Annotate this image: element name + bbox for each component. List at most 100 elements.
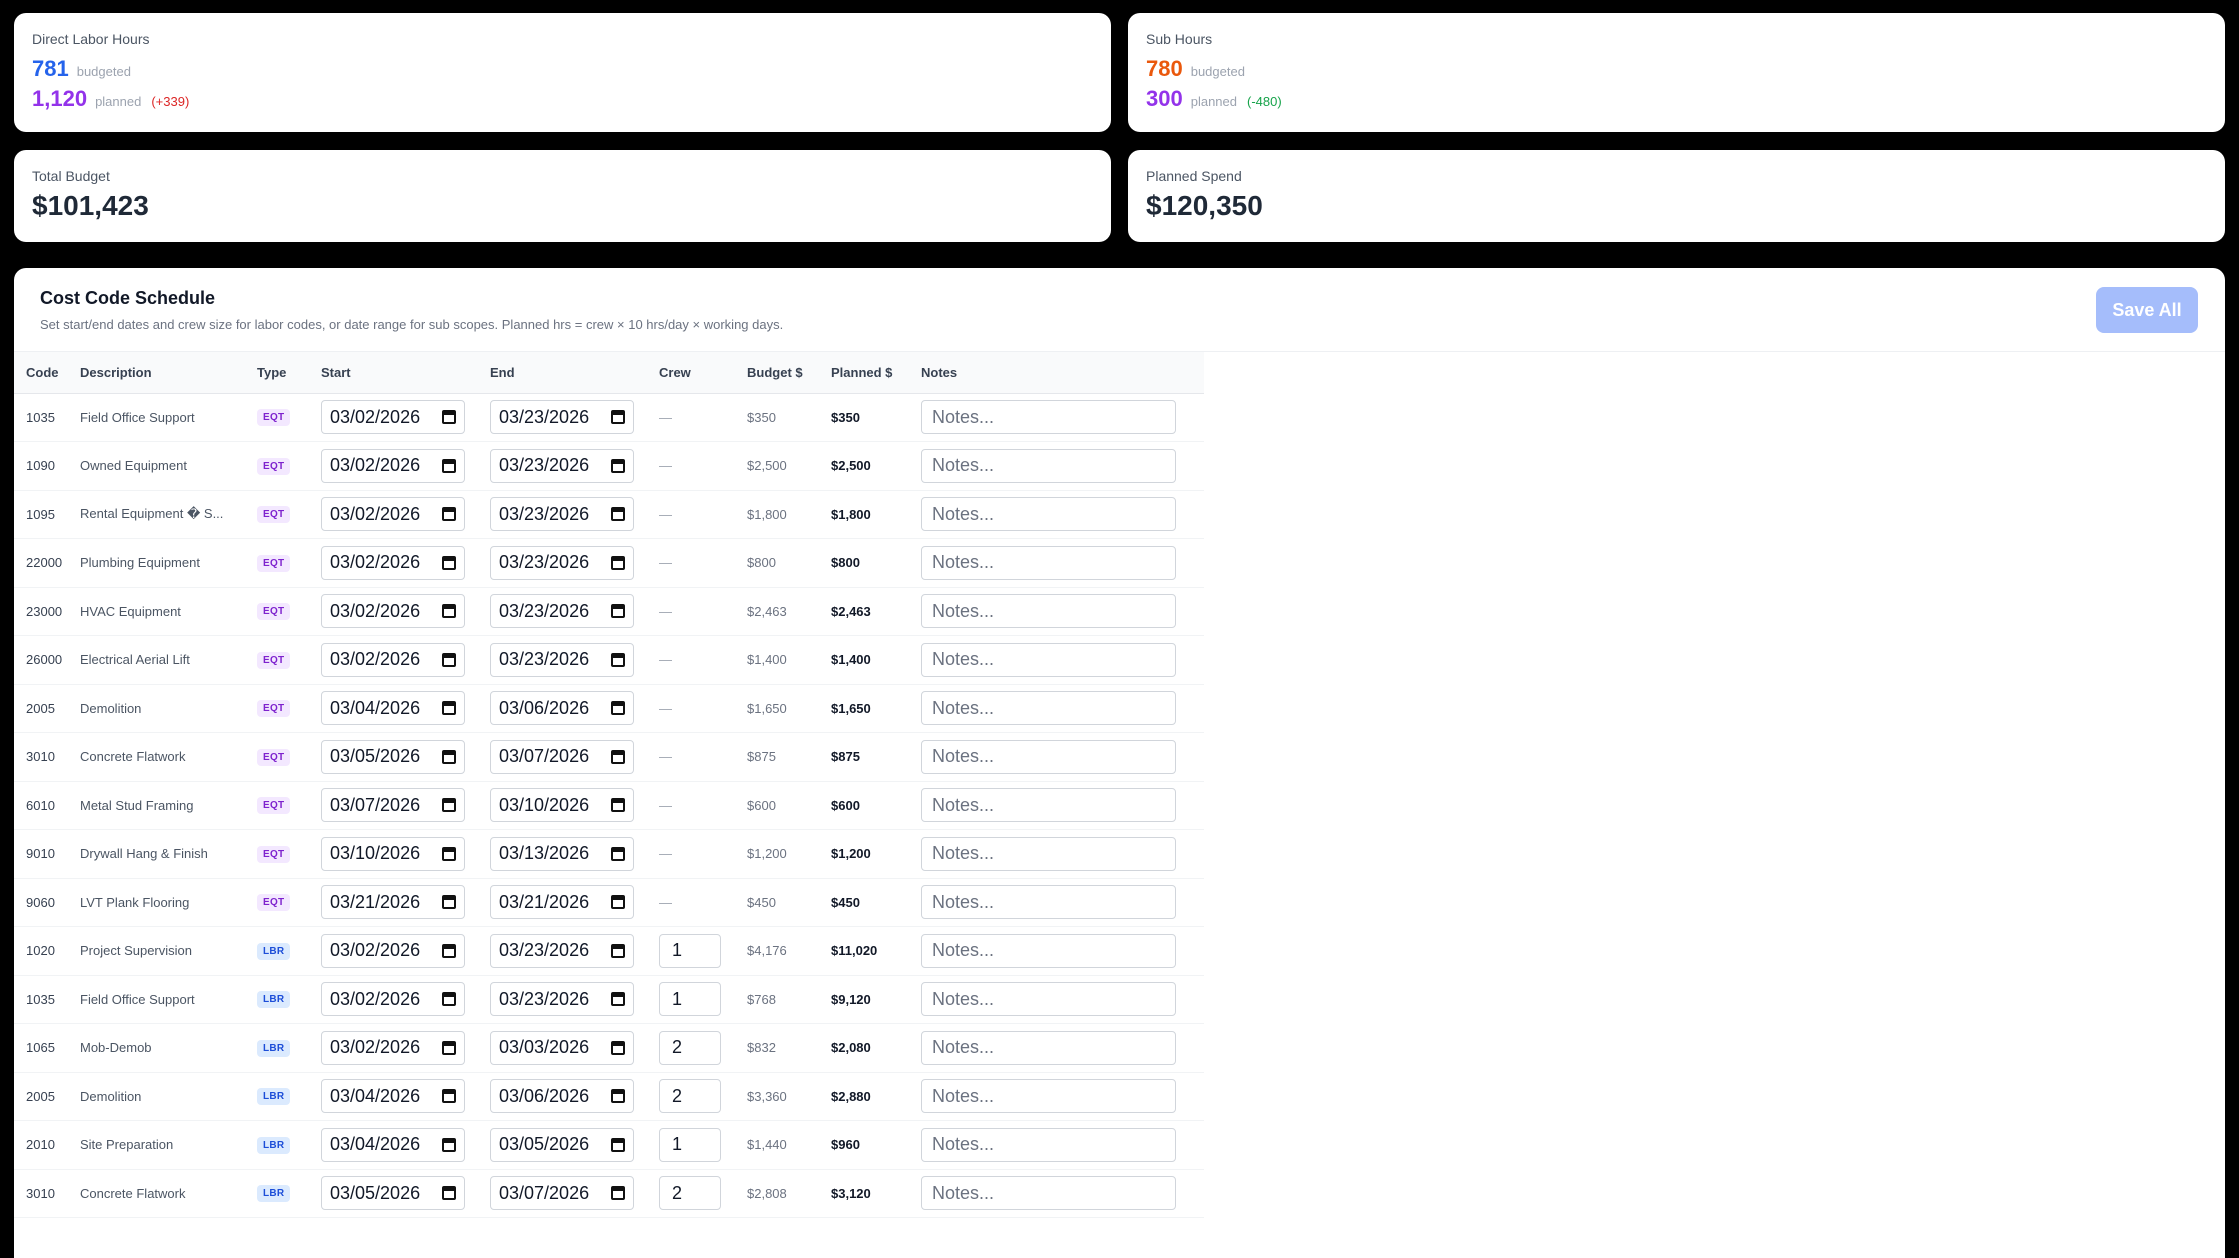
calendar-icon[interactable] [611, 943, 625, 958]
start-date-input[interactable]: 03/04/2026 [321, 691, 465, 726]
calendar-icon[interactable] [442, 943, 456, 958]
start-date-input[interactable]: 03/02/2026 [321, 594, 465, 629]
end-date-input[interactable]: 03/03/2026 [490, 1030, 634, 1065]
notes-input[interactable] [921, 691, 1176, 726]
calendar-icon[interactable] [611, 992, 625, 1007]
start-date-value: 03/04/2026 [330, 697, 421, 718]
calendar-icon[interactable] [442, 846, 456, 861]
start-date-input[interactable]: 03/04/2026 [321, 1079, 465, 1114]
start-date-input[interactable]: 03/10/2026 [321, 836, 465, 871]
end-date-input[interactable]: 03/23/2026 [490, 594, 634, 629]
notes-input[interactable] [921, 788, 1176, 823]
notes-input[interactable] [921, 545, 1176, 580]
notes-input[interactable] [921, 497, 1176, 532]
start-date-input[interactable]: 03/04/2026 [321, 1127, 465, 1162]
end-date-input[interactable]: 03/23/2026 [490, 400, 634, 435]
notes-input[interactable] [921, 1079, 1176, 1114]
calendar-icon[interactable] [442, 895, 456, 910]
calendar-icon[interactable] [442, 604, 456, 619]
notes-input[interactable] [921, 1030, 1176, 1065]
notes-input[interactable] [921, 1127, 1176, 1162]
notes-input[interactable] [921, 594, 1176, 629]
calendar-icon[interactable] [611, 604, 625, 619]
start-cell: 03/05/2026 [309, 733, 478, 782]
calendar-icon[interactable] [611, 798, 625, 813]
start-date-input[interactable]: 03/02/2026 [321, 933, 465, 968]
save-all-button[interactable]: Save All [2096, 287, 2198, 333]
end-date-input[interactable]: 03/21/2026 [490, 885, 634, 920]
start-date-input[interactable]: 03/05/2026 [321, 739, 465, 774]
calendar-icon[interactable] [611, 846, 625, 861]
end-date-input[interactable]: 03/23/2026 [490, 933, 634, 968]
calendar-icon[interactable] [442, 410, 456, 425]
end-date-input[interactable]: 03/23/2026 [490, 642, 634, 677]
calendar-icon[interactable] [442, 555, 456, 570]
end-date-input[interactable]: 03/07/2026 [490, 739, 634, 774]
calendar-icon[interactable] [611, 507, 625, 522]
calendar-icon[interactable] [442, 458, 456, 473]
start-date-input[interactable]: 03/07/2026 [321, 788, 465, 823]
calendar-icon[interactable] [442, 1186, 456, 1201]
start-date-input[interactable]: 03/02/2026 [321, 448, 465, 483]
column-header: Description [80, 364, 152, 380]
calendar-icon[interactable] [442, 701, 456, 716]
crew-input[interactable]: 2 [659, 1176, 721, 1211]
calendar-icon[interactable] [442, 992, 456, 1007]
start-cell: 03/02/2026 [309, 490, 478, 539]
start-date-input[interactable]: 03/02/2026 [321, 545, 465, 580]
start-date-input[interactable]: 03/02/2026 [321, 982, 465, 1017]
start-date-input[interactable]: 03/05/2026 [321, 1176, 465, 1211]
calendar-icon[interactable] [442, 798, 456, 813]
start-date-input[interactable]: 03/02/2026 [321, 400, 465, 435]
notes-input[interactable] [921, 933, 1176, 968]
notes-input[interactable] [921, 448, 1176, 483]
notes-input[interactable] [921, 1176, 1176, 1211]
end-date-input[interactable]: 03/23/2026 [490, 497, 634, 532]
calendar-icon[interactable] [611, 1089, 625, 1104]
notes-input[interactable] [921, 982, 1176, 1017]
calendar-icon[interactable] [442, 1137, 456, 1152]
crew-input[interactable]: 2 [659, 1030, 721, 1065]
end-date-input[interactable]: 03/13/2026 [490, 836, 634, 871]
calendar-icon[interactable] [442, 652, 456, 667]
calendar-icon[interactable] [611, 458, 625, 473]
start-date-input[interactable]: 03/21/2026 [321, 885, 465, 920]
end-date-input[interactable]: 03/23/2026 [490, 448, 634, 483]
crew-input[interactable]: 1 [659, 1127, 721, 1162]
notes-input[interactable] [921, 400, 1176, 435]
notes-input[interactable] [921, 642, 1176, 677]
calendar-icon[interactable] [442, 1089, 456, 1104]
calendar-icon[interactable] [442, 1040, 456, 1055]
end-date-input[interactable]: 03/06/2026 [490, 1079, 634, 1114]
calendar-icon[interactable] [611, 1040, 625, 1055]
calendar-icon[interactable] [442, 749, 456, 764]
notes-input[interactable] [921, 885, 1176, 920]
end-date-value: 03/03/2026 [499, 1037, 590, 1058]
calendar-icon[interactable] [611, 749, 625, 764]
notes-input[interactable] [921, 836, 1176, 871]
end-date-input[interactable]: 03/06/2026 [490, 691, 634, 726]
calendar-icon[interactable] [611, 701, 625, 716]
calendar-icon[interactable] [611, 652, 625, 667]
crew-input[interactable]: 1 [659, 933, 721, 968]
end-date-input[interactable]: 03/23/2026 [490, 982, 634, 1017]
notes-input[interactable] [921, 739, 1176, 774]
start-date-input[interactable]: 03/02/2026 [321, 497, 465, 532]
start-date-input[interactable]: 03/02/2026 [321, 642, 465, 677]
end-date-input[interactable]: 03/23/2026 [490, 545, 634, 580]
crew-input[interactable]: 1 [659, 982, 721, 1017]
calendar-icon[interactable] [611, 1186, 625, 1201]
calendar-icon[interactable] [442, 507, 456, 522]
calendar-icon[interactable] [611, 1137, 625, 1152]
end-date-input[interactable]: 03/07/2026 [490, 1176, 634, 1211]
end-date-input[interactable]: 03/05/2026 [490, 1127, 634, 1162]
end-date-input[interactable]: 03/10/2026 [490, 788, 634, 823]
planned-cell: $1,800 [831, 506, 871, 522]
calendar-icon[interactable] [611, 895, 625, 910]
end-date-value: 03/21/2026 [499, 891, 590, 912]
calendar-icon[interactable] [611, 410, 625, 425]
crew-input[interactable]: 2 [659, 1079, 721, 1114]
start-date-input[interactable]: 03/02/2026 [321, 1030, 465, 1065]
calendar-icon[interactable] [611, 555, 625, 570]
planned-cell: $600 [831, 797, 860, 813]
